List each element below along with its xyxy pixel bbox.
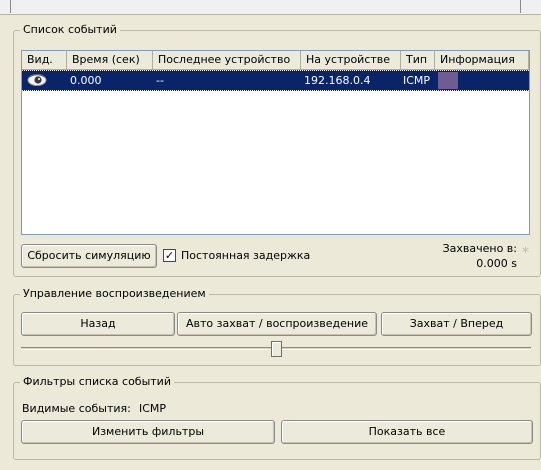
captured-value: 0.000 s	[476, 257, 517, 270]
filters-legend: Фильтры списка событий	[20, 375, 174, 388]
reset-simulation-button[interactable]: Сбросить симуляцию	[21, 244, 157, 268]
top-tab-right	[520, 0, 531, 13]
row-at-device: 192.168.0.4	[304, 74, 371, 87]
playback-slider-thumb[interactable]	[271, 341, 282, 357]
auto-capture-play-button[interactable]: Авто захват / воспроизведение	[177, 312, 377, 336]
capture-forward-button[interactable]: Захват / Вперед	[381, 312, 532, 336]
row-time: 0.000	[70, 74, 102, 87]
show-all-button[interactable]: Показать все	[281, 420, 533, 444]
column-header-time[interactable]: Время (сек)	[67, 51, 153, 70]
visible-events-value: ICMP	[139, 402, 167, 415]
column-header-at-device[interactable]: На устройстве	[301, 51, 401, 70]
back-button[interactable]: Назад	[21, 312, 175, 336]
captured-label: Захвачено в:	[442, 242, 517, 255]
edit-filters-button[interactable]: Изменить фильтры	[21, 420, 275, 444]
visible-events-label: Видимые события:	[22, 402, 131, 415]
constant-delay-label: Постоянная задержка	[181, 249, 311, 262]
column-header-view[interactable]: Вид.	[22, 51, 67, 70]
table-row[interactable]: 0.000 -- 192.168.0.4 ICMP	[22, 70, 529, 91]
top-tab-left	[0, 0, 11, 13]
playback-legend: Управление воспроизведением	[20, 287, 209, 300]
column-header-info[interactable]: Информация	[435, 51, 529, 70]
top-tab-strip	[0, 0, 541, 15]
column-header-type[interactable]: Тип	[401, 51, 435, 70]
row-last-device: --	[156, 74, 164, 87]
event-list-legend: Список событий	[20, 23, 120, 36]
column-header-last-device[interactable]: Последнее устройство	[153, 51, 301, 70]
event-list-table[interactable]: Вид. Время (сек) Последнее устройство На…	[21, 50, 530, 235]
constant-delay-checkbox[interactable]: ✓	[163, 249, 176, 262]
row-type: ICMP	[403, 74, 431, 87]
eye-icon	[27, 71, 49, 90]
row-info-color	[438, 72, 458, 89]
asterisk-icon: *	[522, 245, 529, 261]
